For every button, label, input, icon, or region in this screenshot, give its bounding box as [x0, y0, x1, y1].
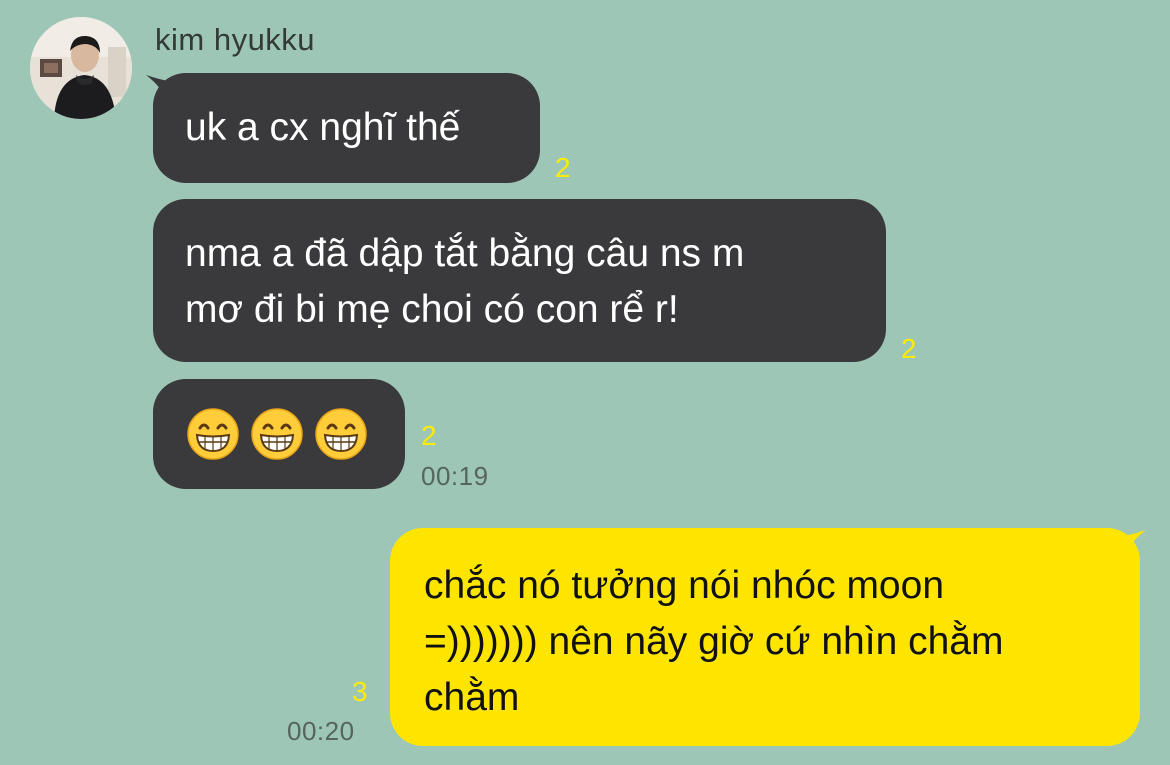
message-text: uk a cx nghĩ thế	[185, 106, 461, 149]
grinning-face-emoji-icon	[251, 408, 303, 460]
incoming-message-bubble[interactable]: nma a đã dập tắt bằng câu ns m mơ đi bi …	[153, 199, 886, 362]
grinning-face-emoji-icon	[315, 408, 367, 460]
unread-count: 2	[421, 420, 437, 451]
message-line: =))))))) nên nãy giờ cứ nhìn chằm	[424, 620, 1004, 663]
incoming-message-bubble[interactable]	[153, 379, 405, 489]
message-line: nma a đã dập tắt bằng câu ns m	[185, 232, 745, 275]
unread-count: 2	[901, 333, 917, 364]
unread-count: 3	[352, 676, 368, 707]
outgoing-message-bubble[interactable]: chắc nó tưởng nói nhóc moon =))))))) nên…	[390, 528, 1140, 746]
contact-avatar[interactable]	[30, 17, 132, 119]
message-line: chằm	[424, 676, 520, 719]
unread-count: 2	[555, 152, 571, 183]
grinning-face-emoji-icon	[187, 408, 239, 460]
message-timestamp: 00:19	[421, 461, 489, 491]
incoming-message-bubble[interactable]: uk a cx nghĩ thế	[153, 73, 540, 183]
sender-name: kim hyukku	[155, 22, 316, 57]
message-timestamp: 00:20	[287, 716, 355, 746]
message-line: chắc nó tưởng nói nhóc moon	[424, 564, 945, 607]
message-line: mơ đi bi mẹ choi có con rể r!	[185, 288, 679, 331]
